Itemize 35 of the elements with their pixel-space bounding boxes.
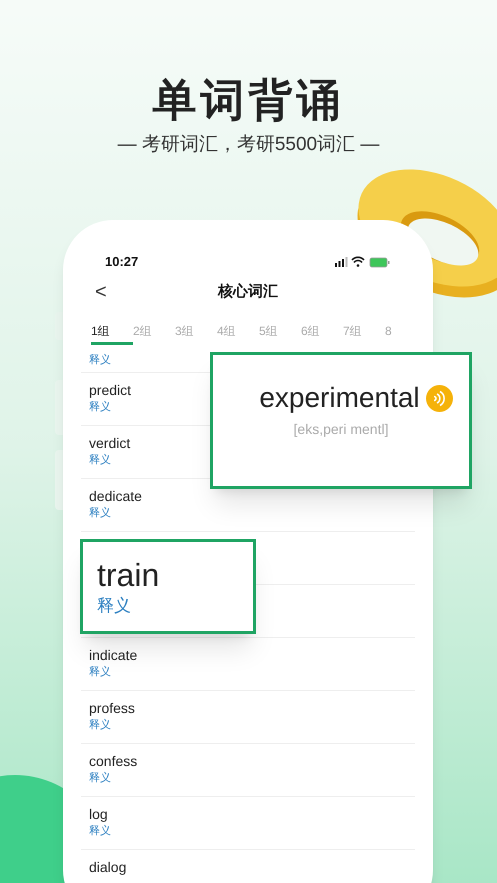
group-tab[interactable]: 4组 [217,322,259,345]
page-title: 核心词汇 [218,282,278,302]
meaning-link[interactable]: 释义 [97,594,253,618]
phonetic-text: [eks,peri mentl] [294,420,388,439]
meaning-link[interactable]: 释义 [89,664,111,680]
word-text: log [89,805,108,823]
meaning-link[interactable]: 释义 [89,399,111,415]
meaning-link[interactable]: 释义 [89,717,111,733]
group-tab[interactable]: 6组 [301,322,343,345]
group-tab[interactable]: 1组 [91,322,133,345]
group-tab[interactable]: 7组 [343,322,385,345]
word-text: train [97,556,160,594]
meaning-link[interactable]: 释义 [89,452,111,468]
headline: 单词背诵 [152,76,344,126]
group-tab[interactable]: 5组 [259,322,301,345]
group-tab[interactable]: 8 [385,322,427,345]
word-text: profess [89,699,135,717]
meaning-link[interactable]: 释义 [89,823,111,839]
status-icons [335,256,391,268]
meaning-link[interactable]: 释义 [89,770,111,786]
group-tab[interactable]: 3组 [175,322,217,345]
word-text: confess [89,752,138,770]
meaning-link[interactable]: 释义 [89,352,111,368]
word-text: dedicate [89,487,142,505]
word-text: dialog [89,858,126,876]
group-tab[interactable]: 2组 [133,322,175,345]
meaning-link[interactable]: 释义 [89,505,111,521]
subtitle: — 考研词汇，考研5500词汇 — [118,133,380,157]
back-button[interactable]: < [95,277,107,307]
word-text: verdict [89,434,130,452]
word-text: indicate [89,646,138,664]
status-time: 10:27 [105,253,138,272]
word-text: predict [89,381,132,399]
speaker-icon[interactable] [426,384,453,412]
word-text: experimental [259,381,420,415]
